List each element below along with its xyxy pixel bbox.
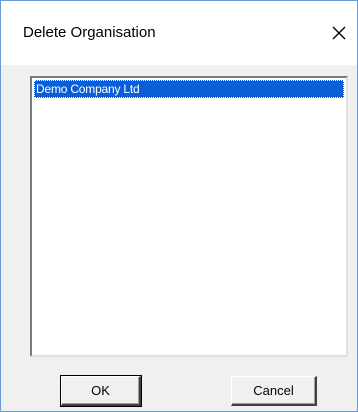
list-item[interactable]: Demo Company Ltd [34, 80, 344, 98]
delete-organisation-dialog: Delete Organisation Demo Company Ltd OK … [0, 0, 358, 412]
dialog-title: Delete Organisation [23, 24, 156, 41]
dialog-body: Demo Company Ltd OK Cancel [1, 65, 357, 411]
close-button[interactable] [321, 15, 357, 51]
dialog-titlebar: Delete Organisation [1, 1, 357, 65]
organisation-listbox[interactable]: Demo Company Ltd [30, 76, 348, 357]
ok-button[interactable]: OK [60, 375, 142, 407]
close-icon [332, 26, 346, 40]
cancel-button[interactable]: Cancel [231, 376, 317, 406]
